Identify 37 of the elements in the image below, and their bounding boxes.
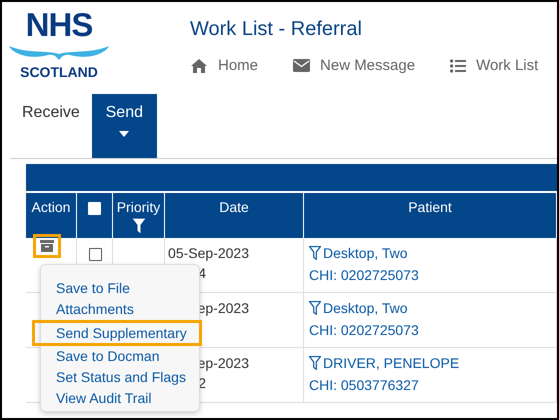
patient-link[interactable]: Desktop, Two xyxy=(309,243,408,263)
filter-icon xyxy=(309,356,321,370)
column-header: Priority xyxy=(116,199,160,215)
nav-link[interactable]: Home xyxy=(190,57,258,74)
tab[interactable]: Send xyxy=(92,94,157,158)
caret-icon xyxy=(119,131,130,137)
row-checkbox[interactable] xyxy=(89,248,102,261)
page-title: Work List - Referral xyxy=(190,17,363,42)
chi-link[interactable]: CHI: 0202725073 xyxy=(309,320,556,340)
date-text: ep-2023 xyxy=(196,354,249,373)
date-text: ep-2023 xyxy=(196,299,249,318)
logo-subtitle: SCOTLAND xyxy=(20,64,98,80)
list-icon xyxy=(450,58,466,72)
envelope-icon xyxy=(293,59,310,72)
nav-link[interactable]: New Message xyxy=(293,57,416,74)
archive-icon xyxy=(40,240,54,252)
patient-link[interactable]: DRIVER, PENELOPE xyxy=(309,353,460,373)
chi-link[interactable]: CHI: 0202725073 xyxy=(309,265,556,285)
filter-icon xyxy=(309,301,321,315)
column-header: Action xyxy=(26,193,77,238)
action-button[interactable] xyxy=(33,234,61,258)
tab[interactable]: Receive xyxy=(10,94,92,158)
patient-link[interactable]: Desktop, Two xyxy=(309,298,408,318)
wave-icon xyxy=(8,45,110,60)
menu-item[interactable]: Send Supplementary xyxy=(32,320,202,346)
filter-icon xyxy=(309,246,321,260)
logo-text: NHS xyxy=(26,8,92,42)
home-icon xyxy=(190,58,208,74)
select-all-checkbox[interactable] xyxy=(88,202,101,215)
chi-link[interactable]: CHI: 0503776327 xyxy=(309,375,556,395)
menu-item[interactable]: Save to File xyxy=(32,278,202,299)
menu-item[interactable]: View Audit Trail xyxy=(32,388,202,409)
column-header: Patient xyxy=(304,193,557,238)
filter-icon xyxy=(132,218,146,234)
column-header: Date xyxy=(165,193,304,238)
date-text: 05-Sep-2023 xyxy=(167,244,249,263)
nav-link[interactable]: Work List xyxy=(450,57,538,74)
